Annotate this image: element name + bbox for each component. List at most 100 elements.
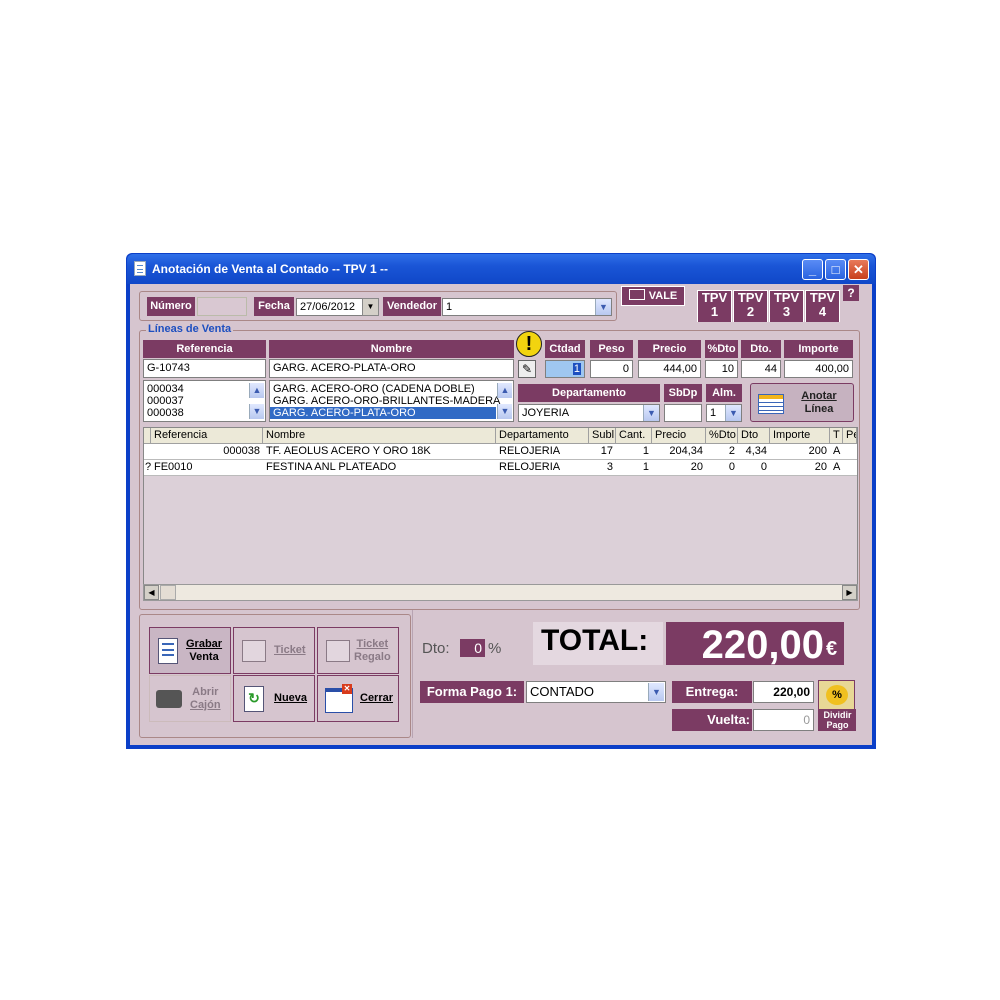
vendedor-dropdown-icon[interactable]: ▼ [595,299,611,315]
forma-pago-dropdown-icon[interactable]: ▼ [648,683,664,701]
close-window-button[interactable]: ✕ [848,259,869,280]
departamento-select[interactable]: JOYERIA [518,404,660,422]
dto-pct-input[interactable]: 10 [705,360,738,378]
entrega-label: Entrega: [672,681,752,703]
scroll-right-icon[interactable]: ▶ [842,585,857,600]
printer-icon [242,640,266,662]
list-item[interactable]: GARG. ACERO-ORO-BRILLANTES-MADERA [270,395,513,407]
precio-label: Precio [638,340,701,358]
importe-input[interactable]: 400,00 [784,360,853,378]
scroll-up-icon[interactable]: ▲ [249,383,264,398]
list-item[interactable]: 000038 [144,407,265,419]
horizontal-scrollbar[interactable] [143,584,858,601]
scroll-up-icon[interactable]: ▲ [497,383,512,398]
dto-total-label: Dto: [422,640,450,657]
vendedor-field[interactable]: 1 [442,298,612,316]
nombre-input[interactable]: GARG. ACERO-PLATA-ORO [269,359,514,378]
scroll-down-icon[interactable]: ▼ [497,404,512,419]
table-icon [758,394,784,414]
forma-pago-label: Forma Pago 1: [420,681,524,703]
refresh-icon: ↻ [244,686,264,712]
cerrar-button[interactable]: ✕ Cerrar [317,675,399,722]
lineas-title: Líneas de Venta [146,323,234,335]
ctdad-input[interactable]: 1 [545,360,585,378]
referencia-input[interactable]: G-10743 [143,359,266,378]
alm-label: Alm. [706,384,742,402]
ticket-icon [628,289,645,300]
edit-note-icon[interactable]: ✎ [518,360,536,378]
table-header: Referencia Nombre Departamento Subl Cant… [144,428,857,444]
total-label: TOTAL: [533,622,663,665]
dto-input[interactable]: 44 [741,360,781,378]
sbdp-input[interactable] [664,404,702,422]
scroll-left-icon[interactable]: ◀ [144,585,159,600]
list-item[interactable]: GARG. ACERO-ORO (CADENA DOBLE) [270,381,513,395]
referencia-label: Referencia [143,340,266,358]
currency-symbol: € [826,622,844,665]
scroll-down-icon[interactable]: ▼ [249,404,264,419]
nombre-list[interactable]: GARG. ACERO-ORO (CADENA DOBLE) GARG. ACE… [269,380,514,422]
anotar-linea-button[interactable]: Anotar Línea [750,383,854,422]
fecha-label: Fecha [254,297,294,316]
maximize-button[interactable]: □ [825,259,846,280]
list-item[interactable]: 000037 [144,395,265,407]
col-dto[interactable]: Dto [738,428,770,444]
table-row[interactable]: ? FE0010 FESTINA ANL PLATEADO RELOJERIA … [144,460,857,476]
peso-label: Peso [590,340,633,358]
total-value: 220,00 [666,622,826,667]
ticket-regalo-button[interactable]: Ticket Regalo [317,627,399,674]
col-pe[interactable]: Pe [843,428,857,444]
gift-printer-icon [326,640,350,662]
entrega-input[interactable]: 220,00 [753,681,814,703]
tab-tpv-2[interactable]: TPV 2 [733,290,768,322]
ctdad-label: Ctdad [545,340,585,358]
peso-input[interactable]: 0 [590,360,633,378]
warning-icon[interactable]: ! [516,331,542,357]
col-departamento[interactable]: Departamento [496,428,589,444]
dto-pct-symbol: % [488,640,502,657]
nueva-button[interactable]: ↻ Nueva [233,675,315,722]
help-button[interactable]: ? [843,285,859,301]
vendedor-label: Vendedor [383,297,441,316]
vuelta-field: 0 [753,709,814,731]
col-dto-pct[interactable]: %Dto [706,428,738,444]
tab-tpv-3[interactable]: TPV 3 [769,290,804,322]
col-cant[interactable]: Cant. [616,428,652,444]
alm-dropdown-icon[interactable]: ▼ [725,405,741,421]
list-item[interactable]: 000034 [144,381,265,395]
nombre-label: Nombre [269,340,514,358]
minimize-button[interactable]: _ [802,259,823,280]
col-nombre[interactable]: Nombre [263,428,496,444]
vale-button[interactable]: VALE [621,286,685,306]
col-referencia[interactable]: Referencia [151,428,263,444]
scroll-thumb[interactable] [160,585,176,600]
departamento-dropdown-icon[interactable]: ▼ [643,405,659,421]
percent-icon: % [826,685,848,705]
tab-tpv-1[interactable]: TPV 1 [697,290,732,322]
referencia-list[interactable]: 000034 000037 000038 [143,380,266,422]
table-row[interactable]: 000038 TF. AEOLUS ACERO Y ORO 18K RELOJE… [144,444,857,460]
dto-label: Dto. [741,340,781,358]
forma-pago-select[interactable]: CONTADO [526,681,666,703]
col-t[interactable]: T [830,428,843,444]
fecha-dropdown-icon[interactable]: ▼ [362,298,379,316]
list-item-selected[interactable]: GARG. ACERO-PLATA-ORO [270,407,496,419]
grabar-venta-button[interactable]: Grabar Venta [149,627,231,674]
dto-pct-label: %Dto [705,340,738,358]
ticket-button[interactable]: Ticket [233,627,315,674]
col-subl[interactable]: Subl [589,428,616,444]
dividir-pago-button[interactable]: % Dividir Pago [818,680,856,731]
vuelta-label: Vuelta: [672,709,752,731]
numero-label: Número [147,297,195,316]
abrir-cajon-button[interactable]: Abrir Cajón [149,675,231,722]
fecha-field[interactable]: 27/06/2012 [296,298,364,316]
tab-tpv-4[interactable]: TPV 4 [805,290,840,322]
col-precio[interactable]: Precio [652,428,706,444]
precio-input[interactable]: 444,00 [638,360,701,378]
dto-total-input[interactable]: 0 [460,639,485,657]
col-importe[interactable]: Importe [770,428,830,444]
cash-drawer-icon [156,690,182,708]
departamento-label: Departamento [518,384,660,402]
numero-field[interactable] [197,297,247,316]
save-document-icon [158,638,178,664]
